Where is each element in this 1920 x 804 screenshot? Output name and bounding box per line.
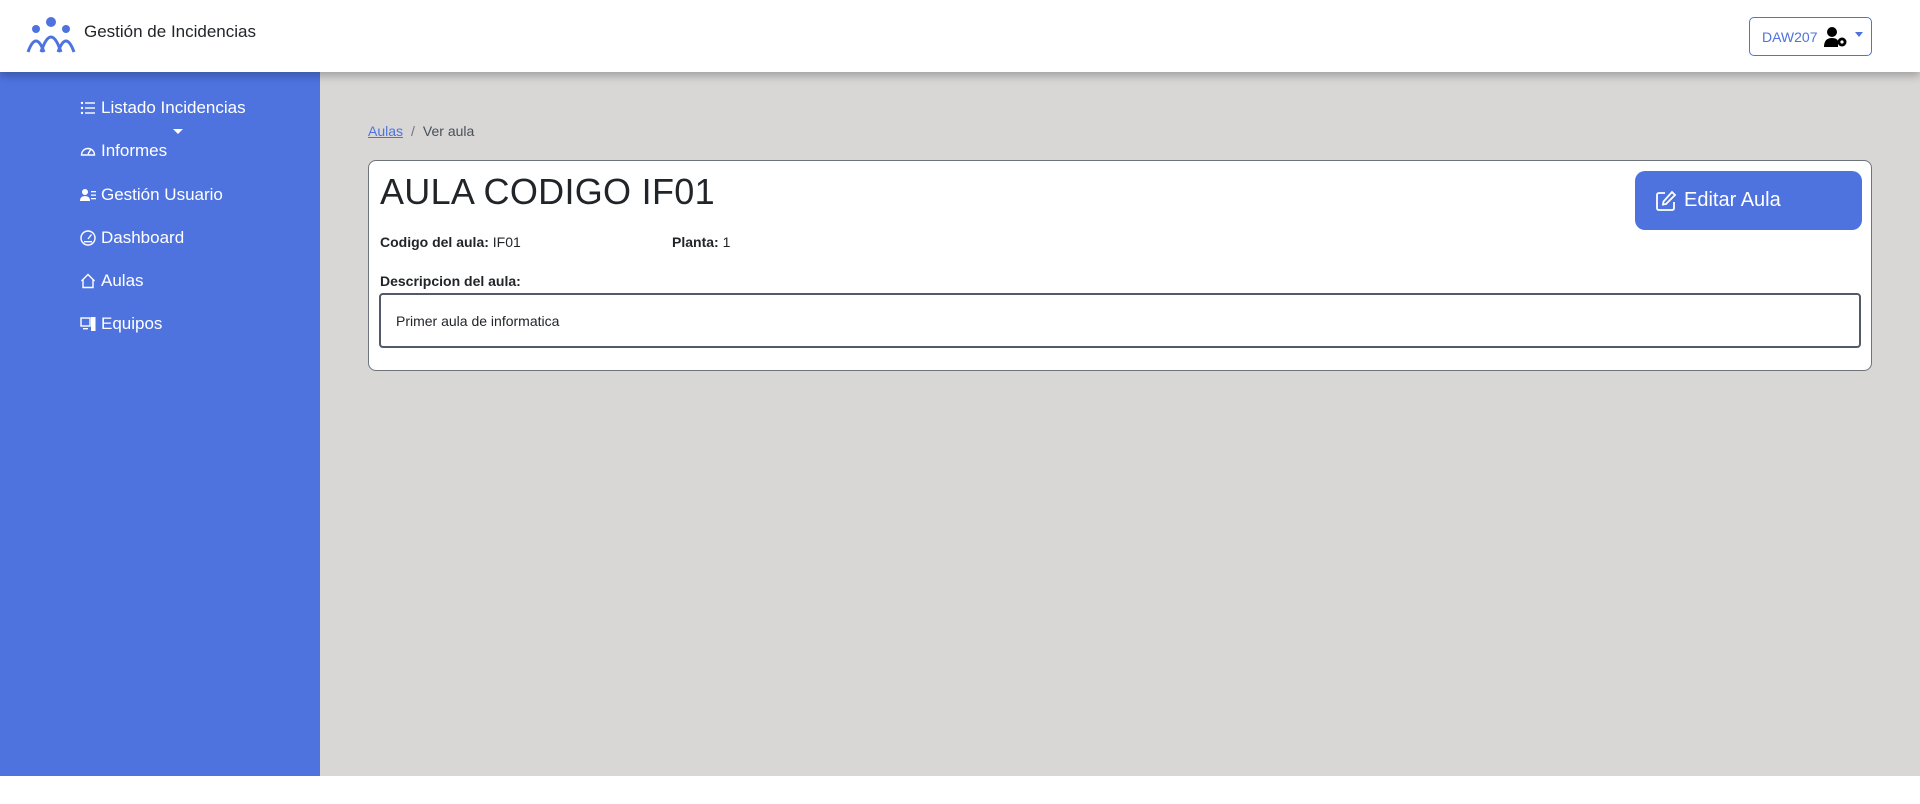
descripcion-value: Primer aula de informatica <box>396 312 560 329</box>
sidebar-item-label: Listado Incidencias <box>101 98 246 117</box>
planta-field: Planta: 1 <box>672 234 730 250</box>
caret-down-icon <box>173 129 183 134</box>
breadcrumb-current: Ver aula <box>422 123 475 139</box>
brand[interactable]: Gestión de Incidencias <box>26 16 256 54</box>
codigo-label: Codigo del aula: <box>380 234 489 250</box>
sidebar-item-dashboard[interactable]: Dashboard <box>80 228 184 248</box>
planta-label: Planta: <box>672 234 719 250</box>
user-gear-icon <box>1823 26 1847 47</box>
dashboard-icon <box>80 230 96 246</box>
sidebar-item-label: Informes <box>101 141 168 160</box>
breadcrumb-link-aulas[interactable]: Aulas <box>368 123 403 139</box>
sidebar-item-label: Dashboard <box>101 228 185 247</box>
main-content: Aulas / Ver aula AULA CODIGO IF01 Editar… <box>320 72 1920 776</box>
pc-icon <box>80 317 96 331</box>
sidebar-item-listado-incidencias[interactable]: Listado Incidencias <box>80 98 246 118</box>
planta-value: 1 <box>722 234 731 250</box>
app-title: Gestión de Incidencias <box>84 22 256 41</box>
sidebar-item-aulas[interactable]: Aulas <box>80 271 144 291</box>
edit-aula-label: Editar Aula <box>1684 189 1781 211</box>
chevron-down-icon <box>1854 32 1863 37</box>
people-logo-icon <box>26 17 76 53</box>
breadcrumb: Aulas / Ver aula <box>368 123 474 139</box>
descripcion-box: Primer aula de informatica <box>379 293 1861 348</box>
list-icon <box>80 101 95 115</box>
speedometer-icon <box>80 147 96 156</box>
top-navbar: Gestión de Incidencias DAW207 <box>0 0 1920 72</box>
sidebar-item-label: Gestión Usuario <box>101 185 223 204</box>
sidebar-item-equipos[interactable]: Equipos <box>80 314 162 334</box>
edit-aula-button[interactable]: Editar Aula <box>1635 171 1862 230</box>
codigo-value: IF01 <box>492 234 521 250</box>
breadcrumb-separator: / <box>411 123 415 139</box>
edit-icon <box>1656 190 1677 211</box>
aula-card: AULA CODIGO IF01 Editar Aula Codigo del … <box>368 160 1872 371</box>
username: DAW207 <box>1762 28 1818 45</box>
sidebar: Listado Incidencias Informes Gestión Usu… <box>0 72 320 776</box>
sidebar-item-informes[interactable]: Informes <box>80 129 183 161</box>
page-title: AULA CODIGO IF01 <box>380 171 715 212</box>
sidebar-item-gestion-usuario[interactable]: Gestión Usuario <box>80 185 223 205</box>
sidebar-item-label: Equipos <box>101 314 163 333</box>
user-list-icon <box>80 189 96 201</box>
footer <box>0 776 1920 804</box>
user-menu-button[interactable]: DAW207 <box>1749 17 1872 56</box>
codigo-field: Codigo del aula: IF01 <box>380 234 521 250</box>
descripcion-label: Descripcion del aula: <box>380 273 521 289</box>
sidebar-item-label: Aulas <box>101 271 144 290</box>
descripcion-field: Descripcion del aula: <box>380 273 521 289</box>
house-icon <box>81 273 95 289</box>
